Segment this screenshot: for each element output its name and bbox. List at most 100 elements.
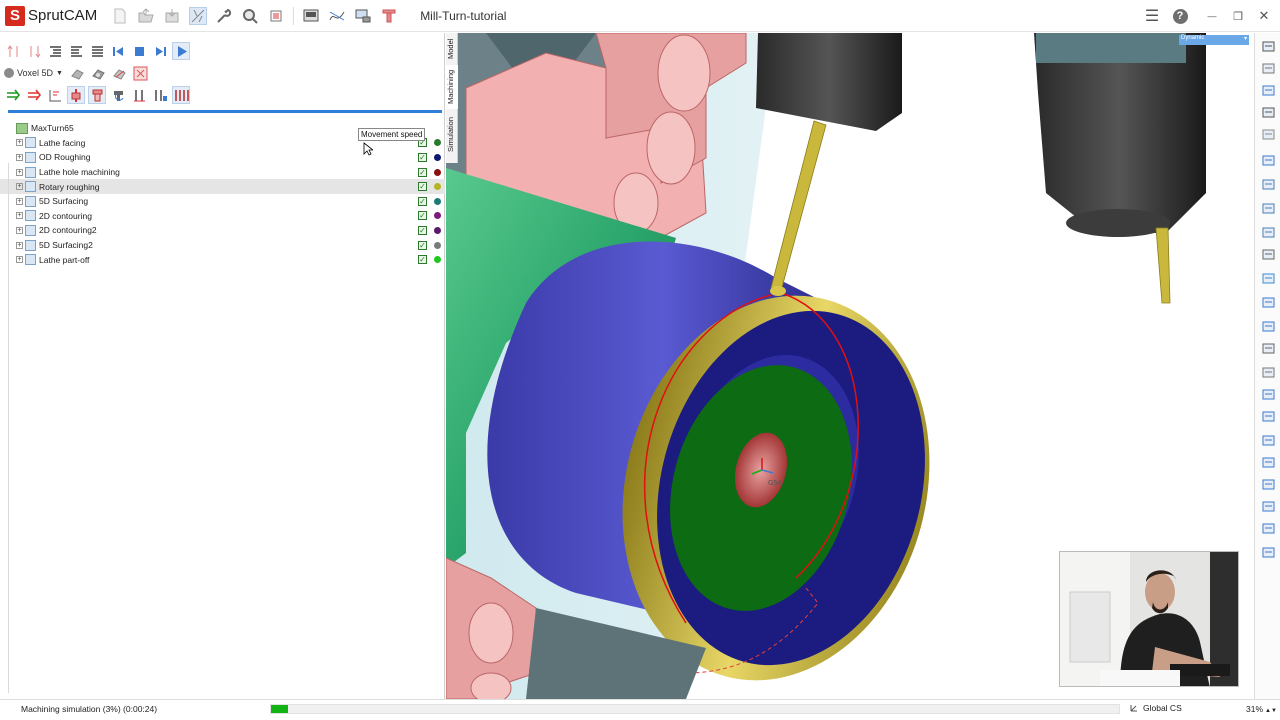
- tree-row-operation[interactable]: +2D contouring ✓: [0, 209, 445, 224]
- tab-model[interactable]: Model: [446, 35, 458, 63]
- new-file-icon[interactable]: [111, 7, 129, 25]
- list-indent-icon[interactable]: [46, 42, 64, 60]
- tool-ok-icon[interactable]: [1259, 269, 1277, 287]
- operation-color-indicator[interactable]: [434, 183, 441, 191]
- toolpath-select-icon[interactable]: [189, 6, 208, 25]
- expand-toggle-icon[interactable]: +: [16, 153, 23, 161]
- play-icon[interactable]: [172, 42, 190, 60]
- filter-6-icon[interactable]: [1259, 519, 1277, 537]
- tool-rotate-icon[interactable]: [109, 86, 127, 104]
- filter-7-icon[interactable]: [1259, 543, 1277, 561]
- tool-change-icon[interactable]: [88, 86, 106, 104]
- operation-color-indicator[interactable]: [434, 256, 441, 264]
- curves-icon[interactable]: [328, 7, 346, 25]
- layer-3-icon[interactable]: [1259, 199, 1277, 217]
- machine-icon[interactable]: [1259, 339, 1277, 357]
- list-icon[interactable]: [1259, 385, 1277, 403]
- expand-toggle-icon[interactable]: +: [16, 197, 23, 205]
- tool-icon[interactable]: [1259, 293, 1277, 311]
- workpiece-view-icon[interactable]: [111, 64, 129, 82]
- operation-color-indicator[interactable]: [434, 197, 441, 205]
- operation-enabled-checkbox[interactable]: ✓: [418, 152, 427, 162]
- filter-2-icon[interactable]: [1259, 431, 1277, 449]
- ruler-gear-icon[interactable]: [267, 7, 285, 25]
- collision-check-icon[interactable]: [132, 64, 150, 82]
- tree-row-operation[interactable]: + Lathe part-off ✓: [0, 252, 445, 267]
- menu-icon[interactable]: ☰: [1140, 4, 1164, 28]
- close-button[interactable]: ✕: [1252, 4, 1276, 28]
- operation-enabled-checkbox[interactable]: ✓: [418, 167, 427, 177]
- tool-array-icon[interactable]: [172, 86, 190, 104]
- operation-color-indicator[interactable]: [434, 241, 441, 249]
- monitor-icon[interactable]: [354, 7, 372, 25]
- filter-3-icon[interactable]: [1259, 453, 1277, 471]
- operation-enabled-checkbox[interactable]: ✓: [418, 240, 427, 250]
- operation-color-indicator[interactable]: [434, 212, 441, 220]
- operation-color-indicator[interactable]: [434, 153, 441, 161]
- expand-toggle-icon[interactable]: +: [16, 256, 23, 264]
- part-view-icon[interactable]: [90, 64, 108, 82]
- layer-2-icon[interactable]: [1259, 175, 1277, 193]
- stock-view-icon[interactable]: [69, 64, 87, 82]
- expand-toggle-icon[interactable]: +: [16, 226, 23, 234]
- layer-4-icon[interactable]: [1259, 223, 1277, 241]
- operation-enabled-checkbox[interactable]: ✓: [418, 196, 427, 206]
- stop-icon[interactable]: [130, 42, 148, 60]
- zoom-adjust-icon[interactable]: ▲▼: [1265, 708, 1277, 714]
- simulation-speed-bar[interactable]: [8, 110, 442, 113]
- operation-enabled-checkbox[interactable]: ✓: [418, 225, 427, 235]
- tab-simulation[interactable]: Simulation: [446, 111, 458, 157]
- view-axes-icon[interactable]: [1259, 37, 1277, 55]
- 3d-viewport[interactable]: G54 Model Machining Simulation Dynamic ▾: [446, 33, 1254, 699]
- magnifier-inspect-icon[interactable]: [241, 7, 259, 25]
- shading-icon[interactable]: [1259, 59, 1277, 77]
- calculate-all-icon[interactable]: [4, 86, 22, 104]
- minimize-button[interactable]: —: [1200, 4, 1224, 28]
- coordinate-system-selector[interactable]: Global CS: [1129, 703, 1182, 713]
- operation-color-indicator[interactable]: [434, 168, 441, 176]
- tool-down-icon[interactable]: [130, 86, 148, 104]
- expand-toggle-icon[interactable]: +: [16, 168, 23, 176]
- filter-4-icon[interactable]: [1259, 475, 1277, 493]
- tree-row-operation[interactable]: +5D Surfacing2 ✓: [0, 238, 445, 253]
- tree-row-operation[interactable]: + Rotary roughing ✓: [0, 179, 445, 194]
- display-mode-dropdown[interactable]: Dynamic ▾: [1179, 35, 1249, 45]
- holder-icon[interactable]: [1259, 363, 1277, 381]
- sort-up-icon[interactable]: [4, 42, 22, 60]
- help-icon[interactable]: ?: [1168, 4, 1192, 28]
- save-file-icon[interactable]: [163, 7, 181, 25]
- restore-button[interactable]: ❐: [1226, 4, 1250, 28]
- expand-toggle-icon[interactable]: +: [16, 183, 23, 191]
- tool-move-icon[interactable]: [67, 86, 85, 104]
- expand-toggle-icon[interactable]: +: [16, 139, 23, 147]
- sphere-view-icon[interactable]: [1259, 103, 1277, 121]
- tool-2-icon[interactable]: [1259, 317, 1277, 335]
- tree-row-operation[interactable]: +5D Surfacing ✓: [0, 194, 445, 209]
- operation-color-indicator[interactable]: [434, 226, 441, 234]
- filter-5-icon[interactable]: [1259, 497, 1277, 515]
- step-forward-icon[interactable]: [151, 42, 169, 60]
- sort-down-icon[interactable]: [25, 42, 43, 60]
- voxel-mode-dropdown[interactable]: Voxel 5D ▼: [4, 68, 63, 78]
- tree-root-machine[interactable]: MaxTurn65: [16, 121, 74, 135]
- tab-machining[interactable]: Machining: [446, 65, 458, 109]
- layer-1-icon[interactable]: [1259, 151, 1277, 169]
- expand-toggle-icon[interactable]: +: [16, 241, 23, 249]
- tree-row-operation[interactable]: +2D contouring2 ✓: [0, 223, 445, 238]
- operation-enabled-checkbox[interactable]: ✓: [418, 182, 427, 192]
- operation-enabled-checkbox[interactable]: ✓: [418, 255, 427, 265]
- tool-wrench-icon[interactable]: [215, 7, 233, 25]
- expand-toggle-icon[interactable]: +: [16, 212, 23, 220]
- operation-color-indicator[interactable]: [434, 139, 441, 147]
- rotate-view-icon[interactable]: [1259, 81, 1277, 99]
- rewind-start-icon[interactable]: [109, 42, 127, 60]
- tree-row-operation[interactable]: + OD Roughing ✓: [0, 150, 445, 165]
- filter-1-icon[interactable]: [1259, 407, 1277, 425]
- list-flat-icon[interactable]: [88, 42, 106, 60]
- reset-calc-icon[interactable]: [25, 86, 43, 104]
- tool-holder-icon[interactable]: [380, 7, 398, 25]
- list-outdent-icon[interactable]: [67, 42, 85, 60]
- tree-row-operation[interactable]: + Lathe hole machining ✓: [0, 165, 445, 180]
- tool-feed-icon[interactable]: [151, 86, 169, 104]
- align-icon[interactable]: [46, 86, 64, 104]
